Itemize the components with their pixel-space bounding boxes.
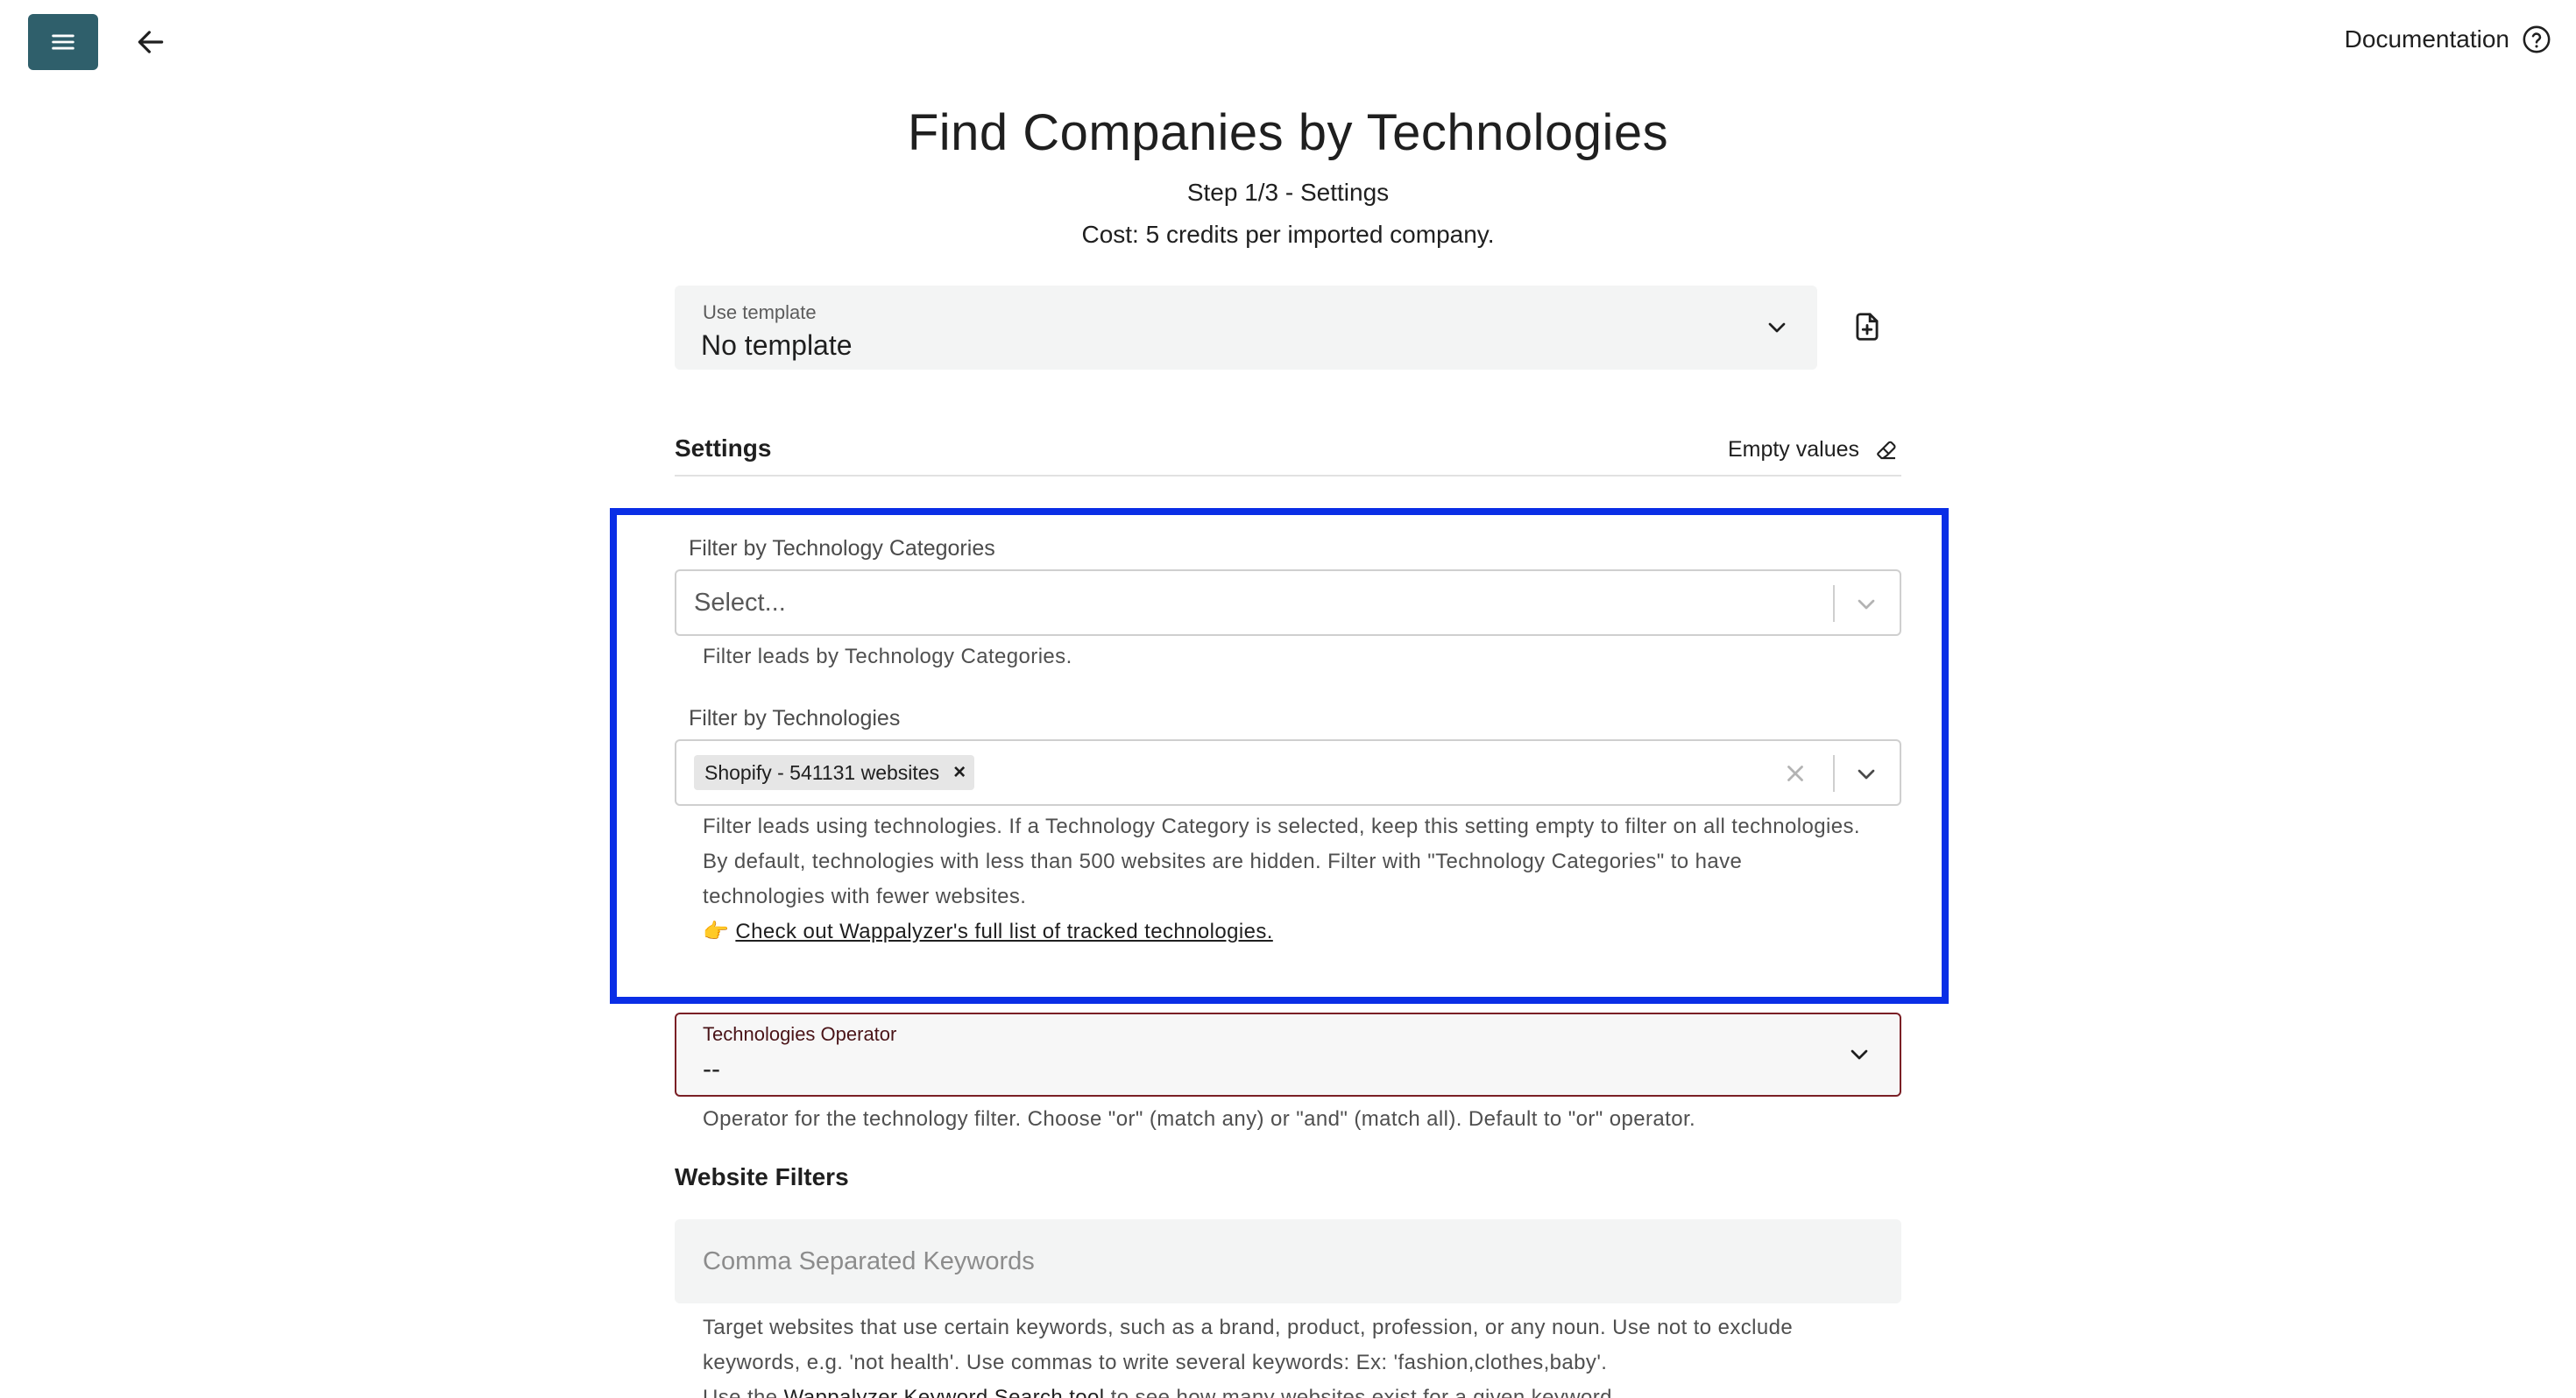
keyword-search-tool-link[interactable]: Wappalyzer Keyword Search tool bbox=[784, 1386, 1105, 1398]
technologies-help-line2: By default, technologies with less than … bbox=[703, 850, 1743, 908]
operator-help: Operator for the technology filter. Choo… bbox=[703, 1107, 1696, 1131]
empty-values-label: Empty values bbox=[1727, 436, 1859, 462]
documentation-label: Documentation bbox=[2344, 25, 2509, 53]
wappalyzer-link-row: 👉 Check out Wappalyzer's full list of tr… bbox=[703, 914, 1868, 950]
hamburger-menu-icon bbox=[52, 34, 74, 50]
technologies-help-line1: Filter leads using technologies. If a Te… bbox=[703, 815, 1860, 838]
remove-chip-button[interactable]: × bbox=[953, 760, 966, 785]
eraser-icon bbox=[1877, 441, 1896, 460]
chevron-down-icon[interactable] bbox=[1852, 760, 1880, 788]
menu-button[interactable] bbox=[28, 14, 98, 70]
keywords-help-line2: Use the Wappalyzer Keyword Search tool t… bbox=[703, 1380, 1868, 1398]
empty-values-button[interactable]: Empty values bbox=[1728, 436, 1900, 462]
chevron-down-icon[interactable] bbox=[1852, 590, 1880, 618]
technologies-help: Filter leads using technologies. If a Te… bbox=[703, 809, 1868, 950]
template-select[interactable]: Use template No template bbox=[675, 286, 1817, 370]
technologies-operator-value: -- bbox=[703, 1055, 720, 1084]
new-document-icon[interactable] bbox=[1851, 310, 1884, 343]
pointing-hand-icon: 👉 bbox=[703, 920, 730, 943]
back-button[interactable] bbox=[130, 21, 172, 63]
select-separator bbox=[1833, 585, 1835, 622]
keywords-help: Target websites that use certain keyword… bbox=[703, 1310, 1868, 1398]
technologies-operator-select[interactable]: Technologies Operator -- bbox=[675, 1013, 1901, 1097]
settings-divider bbox=[675, 475, 1901, 477]
tech-categories-label: Filter by Technology Categories bbox=[689, 536, 995, 561]
technologies-operator-label: Technologies Operator bbox=[703, 1023, 897, 1045]
settings-heading: Settings bbox=[675, 434, 772, 462]
tech-categories-select[interactable]: Select... bbox=[675, 569, 1901, 636]
clear-icon[interactable] bbox=[1782, 760, 1808, 787]
technologies-label: Filter by Technologies bbox=[689, 706, 901, 731]
page-title: Find Companies by Technologies bbox=[907, 104, 1669, 161]
chevron-down-icon bbox=[1768, 322, 1786, 333]
tech-categories-placeholder: Select... bbox=[694, 589, 786, 617]
documentation-link[interactable]: Documentation bbox=[2345, 25, 2551, 54]
keywords-help-line1: Target websites that use certain keyword… bbox=[703, 1316, 1794, 1374]
website-filters-heading: Website Filters bbox=[675, 1163, 849, 1190]
cost-info: Cost: 5 credits per imported company. bbox=[1081, 221, 1495, 248]
wappalyzer-technologies-link[interactable]: Check out Wappalyzer's full list of trac… bbox=[735, 920, 1272, 943]
selected-technology-chip: Shopify - 541131 websites × bbox=[694, 755, 975, 790]
chevron-down-icon bbox=[1851, 1049, 1868, 1060]
template-select-label: Use template bbox=[703, 301, 817, 323]
keywords-input[interactable] bbox=[675, 1219, 1901, 1303]
template-select-value: No template bbox=[701, 329, 853, 361]
arrow-left-icon bbox=[138, 31, 164, 53]
technologies-select[interactable]: Shopify - 541131 websites × bbox=[675, 739, 1901, 806]
help-circle-icon bbox=[2523, 25, 2551, 53]
keywords-help-suffix: to see how many websites exist for a giv… bbox=[1110, 1386, 1618, 1398]
select-separator bbox=[1833, 755, 1835, 792]
keywords-help-prefix: Use the bbox=[703, 1386, 778, 1398]
step-indicator: Step 1/3 - Settings bbox=[1186, 179, 1390, 206]
chip-label: Shopify - 541131 websites bbox=[704, 760, 940, 784]
tech-categories-help: Filter leads by Technology Categories. bbox=[703, 645, 1072, 668]
